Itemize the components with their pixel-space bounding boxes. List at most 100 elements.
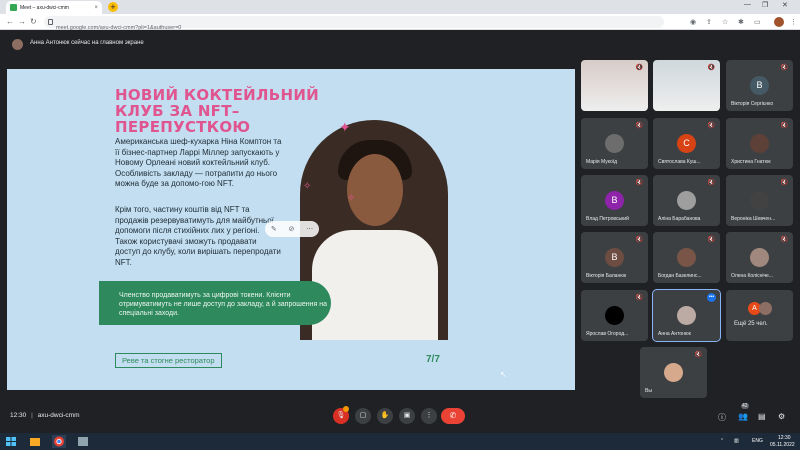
participant-tile[interactable]: В 🔇 Влад Петровський xyxy=(581,175,648,226)
activities-icon[interactable]: ⚙ xyxy=(778,412,785,421)
profile-avatar[interactable] xyxy=(774,17,784,27)
participant-tile[interactable]: ••• Анна Антонюк xyxy=(652,289,721,342)
more-participants-tile[interactable]: А Ещё 25 чел. xyxy=(726,290,793,341)
minimize-button[interactable]: — xyxy=(744,1,751,8)
bookmark-star-icon[interactable]: ☆ xyxy=(722,18,728,26)
people-icon[interactable]: 👥 xyxy=(738,412,748,421)
clock-time: 12:30 xyxy=(10,412,27,419)
omnibox[interactable]: meet.google.com/axu-dwci-cmm?pli=1&authu… xyxy=(44,16,664,31)
slide-source: Реве та стогне ресторатор xyxy=(115,353,222,368)
presenter-status: Анна Антонюк сейчас на главном экране xyxy=(30,40,144,46)
share-icon[interactable]: ⇪ xyxy=(706,18,712,26)
sidebar-icon[interactable]: ▭ xyxy=(754,18,761,26)
mic-off-icon: 🔇 xyxy=(635,123,643,129)
tray-date: 05.11.2022 xyxy=(770,442,795,448)
participant-tile[interactable]: 🔇 Ірина Головенько xyxy=(653,60,720,111)
menu-dots-icon[interactable]: ⋮ xyxy=(790,18,797,26)
tab-close-icon[interactable]: × xyxy=(94,5,98,11)
participant-tile[interactable]: В 🔇 Вікторія Сергієнко xyxy=(726,60,793,111)
forward-button[interactable]: → xyxy=(18,17,26,26)
participant-name: Вероніка Шевчен... xyxy=(731,216,776,222)
windows-taskbar: ⌃ ▥ ENG 12:30 05.11.2022 xyxy=(0,433,800,450)
participant-tile[interactable]: С 🔇 Святослава Куш... xyxy=(653,118,720,169)
raise-hand-button[interactable]: ✋ xyxy=(377,408,393,424)
pin-icon[interactable]: ✎ xyxy=(271,225,277,233)
participant-tile[interactable]: 🔇 Вы xyxy=(640,347,707,398)
meeting-info-icon[interactable]: ⓘ xyxy=(718,412,726,423)
avatar xyxy=(750,248,769,267)
avatar xyxy=(664,363,683,382)
present-screen-button[interactable]: ▣ xyxy=(399,408,415,424)
mic-off-icon: 🔇 xyxy=(635,180,643,186)
avatar: В xyxy=(605,248,624,267)
presenter-bar: Анна Антонюк сейчас на главном экране xyxy=(0,31,800,57)
avatar: С xyxy=(677,134,696,153)
address-bar: ← → ↻ meet.google.com/axu-dwci-cmm?pli=1… xyxy=(0,14,800,31)
participant-name: Ярослав Огород... xyxy=(586,331,629,337)
browser-tab-bar: Meet – axu-dwci-cmm × + — ❐ ✕ xyxy=(0,0,800,14)
mouse-cursor-icon: ↖ xyxy=(500,370,507,379)
avatar xyxy=(677,191,696,210)
back-button[interactable]: ← xyxy=(6,17,14,26)
camera-icon[interactable]: ◉ xyxy=(690,18,696,26)
participant-tile[interactable]: 🔇 Вероніка Шевчен... xyxy=(726,175,793,226)
new-tab-button[interactable]: + xyxy=(108,2,118,12)
tray-arrow-icon[interactable]: ⌃ xyxy=(720,438,724,444)
slide-paragraph-1: Американська шеф-кухарка Ніна Комптон та… xyxy=(115,137,282,188)
avatar xyxy=(750,191,769,210)
more-count-label: Ещё 25 чел. xyxy=(734,321,768,327)
participant-name: Вы xyxy=(645,388,652,394)
participant-name: Ірина Головенько xyxy=(658,101,699,107)
file-explorer-icon[interactable] xyxy=(28,435,42,448)
media-app-icon[interactable] xyxy=(76,435,90,448)
camera-toggle-button[interactable]: ▢ xyxy=(355,408,371,424)
avatar xyxy=(677,248,696,267)
more-options-icon[interactable]: ⋯ xyxy=(306,225,313,233)
participant-tile[interactable]: 🔇 Олена Колісніче... xyxy=(726,232,793,283)
presentation-overlay-controls[interactable]: ✎ ⊘ ⋯ xyxy=(265,221,319,237)
lock-icon xyxy=(48,19,53,25)
avatar xyxy=(750,134,769,153)
mic-off-icon: 🔇 xyxy=(635,295,643,301)
network-icon[interactable]: ▥ xyxy=(734,438,739,444)
maximize-button[interactable]: ❐ xyxy=(762,1,768,9)
mic-off-icon: 🔇 xyxy=(780,180,788,186)
mic-off-icon: 🔇 xyxy=(707,123,715,129)
leave-call-button[interactable]: ✆ xyxy=(441,408,465,424)
reload-button[interactable]: ↻ xyxy=(30,17,37,26)
tray-time: 12:30 xyxy=(778,435,791,441)
participant-name: Олена Колісніче... xyxy=(731,273,773,279)
participant-name: Анна Антонюк xyxy=(658,331,691,337)
avatar xyxy=(759,302,772,315)
meeting-controls-bar: 12:30 | axu-dwci-cmm 🎙 ▢ ✋ ▣ ⋮ ✆ ⓘ 👥 ▤ ⚙ xyxy=(0,400,800,433)
sparkle-icon: ✦ xyxy=(339,119,351,135)
browser-tab[interactable]: Meet – axu-dwci-cmm × xyxy=(6,1,102,14)
meet-favicon-icon xyxy=(10,4,17,11)
close-window-button[interactable]: ✕ xyxy=(782,1,788,9)
chrome-icon[interactable] xyxy=(52,435,66,448)
participant-tile[interactable]: 🔇 Ярослав Огород... xyxy=(581,290,648,341)
sparkle-icon: ✧ xyxy=(347,193,356,204)
meeting-time: 12:30 | axu-dwci-cmm xyxy=(10,412,80,419)
participant-tile[interactable]: 🔇 Богдан Базелинс... xyxy=(653,232,720,283)
participant-tile[interactable]: В 🔇 Вікторія Баланюк xyxy=(581,232,648,283)
extensions-icon[interactable]: ✱ xyxy=(738,18,744,26)
sparkle-icon: ✧ xyxy=(303,181,312,192)
windows-start-icon[interactable] xyxy=(4,435,18,448)
chef-jacket xyxy=(312,230,438,340)
mute-icon[interactable]: ⊘ xyxy=(289,225,295,233)
avatar xyxy=(605,306,624,325)
language-indicator[interactable]: ENG xyxy=(752,438,763,444)
participant-tile[interactable]: 🔇 Христина Гнатюк xyxy=(726,118,793,169)
participant-tile[interactable]: 🔇 Lyudmila Matvius xyxy=(581,60,648,111)
chat-icon[interactable]: ▤ xyxy=(758,412,766,421)
participant-name: Христина Гнатюк xyxy=(731,159,771,165)
more-options-button[interactable]: ⋮ xyxy=(421,408,437,424)
mic-off-icon: 🔇 xyxy=(635,65,643,71)
participant-name: Влад Петровський xyxy=(586,216,629,222)
participant-tile[interactable]: 🔇 Аліна Барабанова xyxy=(653,175,720,226)
participant-tile[interactable]: 🔇 Марія Мукоїд xyxy=(581,118,648,169)
participant-name: Lyudmila Matvius xyxy=(586,101,625,107)
avatar xyxy=(12,39,23,50)
chef-face xyxy=(347,154,403,226)
